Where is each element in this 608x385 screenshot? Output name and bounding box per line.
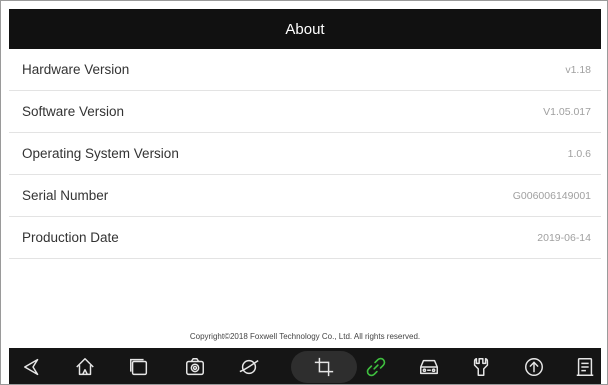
page-title: About	[285, 20, 325, 38]
info-row-production-date: Production Date 2019-06-14	[9, 217, 601, 259]
row-label: Serial Number	[22, 188, 109, 203]
info-row-serial-number: Serial Number G006006149001	[9, 175, 601, 217]
report-icon[interactable]	[572, 354, 598, 380]
home-icon[interactable]	[72, 354, 98, 380]
row-label: Operating System Version	[22, 146, 179, 161]
info-row-hardware-version: Hardware Version v1.18	[9, 49, 601, 91]
about-info-list: Hardware Version v1.18 Software Version …	[9, 49, 601, 259]
car-icon[interactable]	[416, 354, 442, 380]
info-row-software-version: Software Version V1.05.017	[9, 91, 601, 133]
upload-icon[interactable]	[521, 354, 547, 380]
app-window: About Hardware Version v1.18 Software Ve…	[0, 0, 608, 385]
back-icon[interactable]	[20, 354, 46, 380]
row-label: Software Version	[22, 104, 125, 119]
bottom-nav-bar	[9, 348, 601, 384]
browser-icon[interactable]	[236, 354, 262, 380]
title-bar: About	[9, 9, 601, 49]
link-icon[interactable]	[363, 354, 389, 380]
recent-apps-icon[interactable]	[126, 354, 152, 380]
row-value: V1.05.017	[543, 105, 591, 118]
row-value: G006006149001	[512, 189, 591, 202]
row-value: 2019-06-14	[537, 231, 591, 244]
row-label: Production Date	[22, 230, 119, 245]
row-label: Hardware Version	[22, 62, 130, 77]
info-row-os-version: Operating System Version 1.0.6	[9, 133, 601, 175]
row-value: v1.18	[565, 63, 591, 76]
wrench-icon[interactable]	[468, 354, 494, 380]
camera-icon[interactable]	[182, 354, 208, 380]
copyright-text: Copyright©2018 Foxwell Technology Co., L…	[189, 332, 421, 341]
crop-icon[interactable]	[311, 354, 337, 380]
row-value: 1.0.6	[567, 147, 591, 160]
